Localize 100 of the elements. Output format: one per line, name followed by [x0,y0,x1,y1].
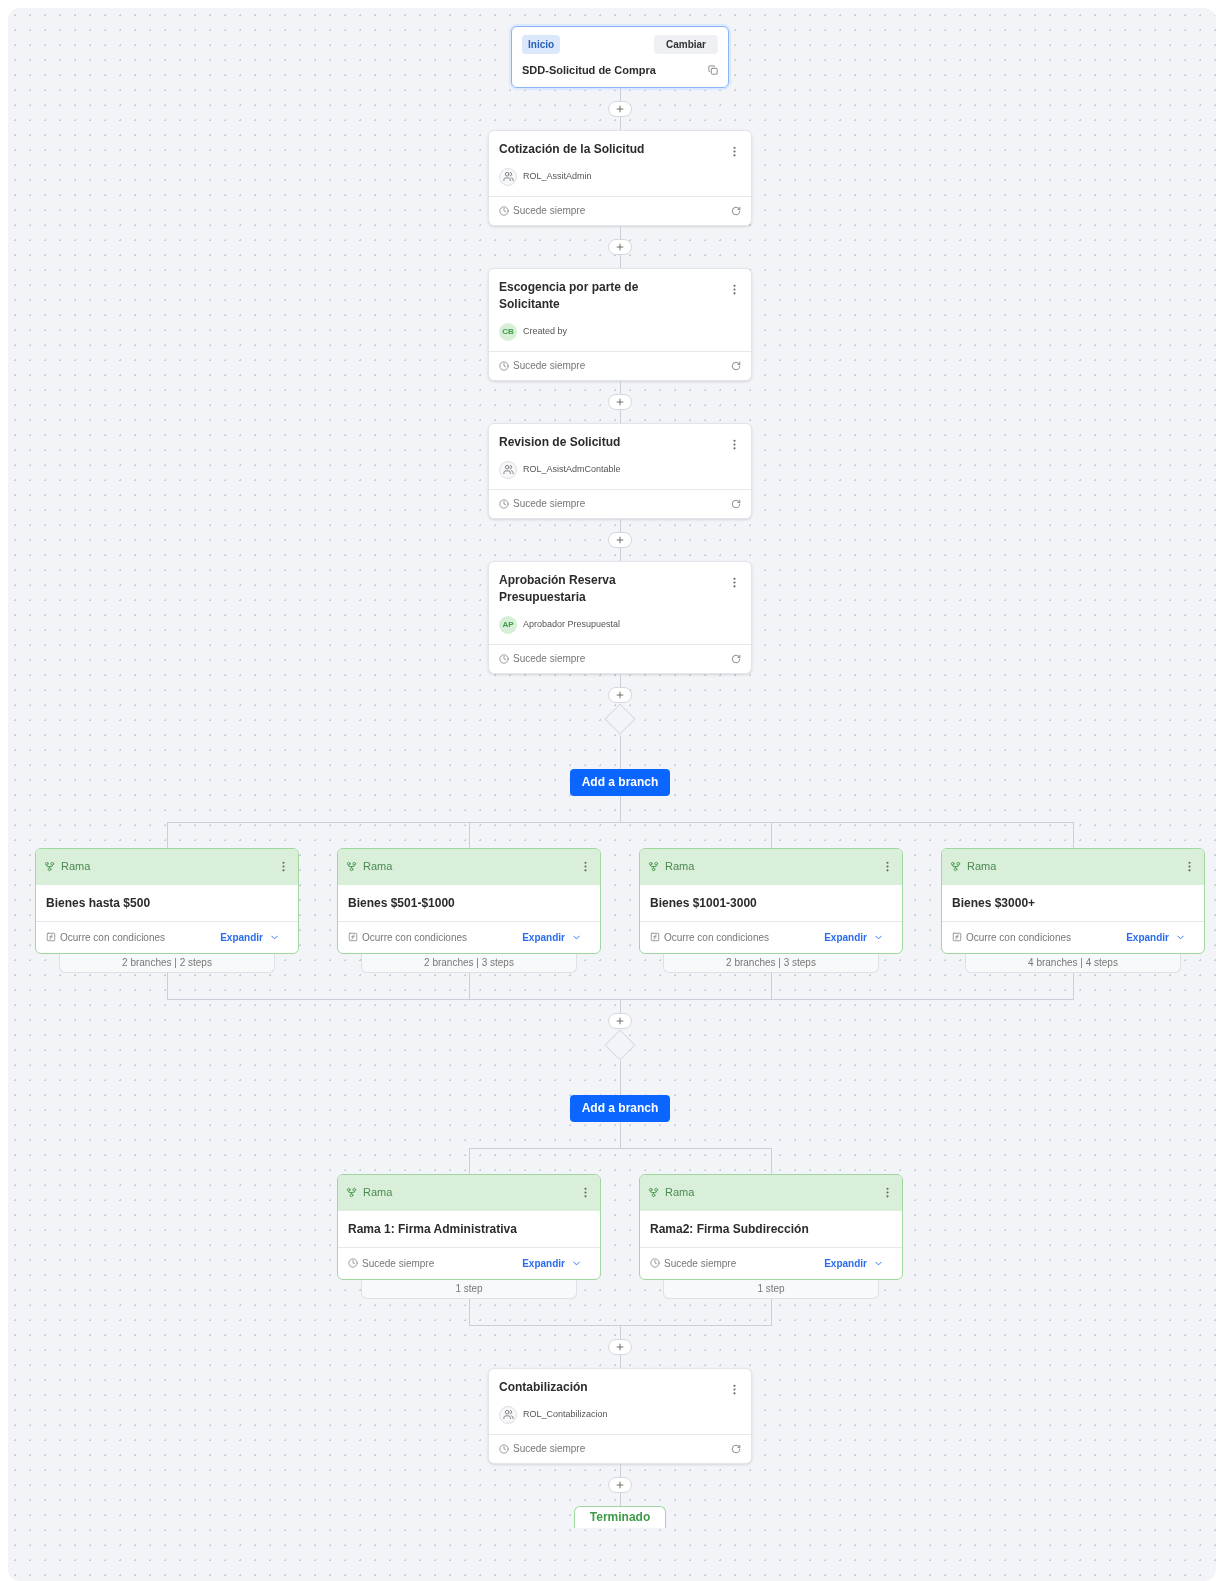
assignee-label: Created by [523,324,568,338]
add-branch-button[interactable]: Add a branch [569,768,671,796]
start-card[interactable]: Inicio Cambiar SDD-Solicitud de Compra [511,26,729,88]
refresh-icon[interactable] [731,1443,741,1454]
branch-card[interactable]: Rama Bienes $1001-3000 Ocurre con condiciones Expandir [639,847,903,954]
branch-title: Bienes $501-$1000 [348,894,455,912]
branch-title: Rama 1: Firma Administrativa [348,1220,517,1238]
condition-label: Sucede siempre [513,652,586,666]
add-step-button[interactable] [608,238,632,255]
condition-label: Sucede siempre [513,497,586,511]
branch-summary: 4 branches | 4 steps [965,952,1181,973]
step-card[interactable]: Escogencia por parte de Solicitante CB Created by Sucede siempre [488,267,752,381]
step-title: Contabilización [499,1378,589,1396]
user-avatar: AP [499,615,517,634]
branch-summary: 1 step [663,1278,879,1299]
branch-card[interactable]: Rama Rama 1: Firma Administrativa Sucede siempre Expandir [337,1173,601,1280]
expand-button[interactable]: Expandir [220,929,280,945]
branch-icon [950,861,961,872]
refresh-icon[interactable] [731,653,741,664]
expand-button[interactable]: Expandir [1126,929,1186,945]
clock-icon [499,498,509,509]
add-branch-button[interactable]: Add a branch [569,1094,671,1122]
copy-icon[interactable] [708,65,718,76]
add-step-button[interactable] [608,531,632,548]
plus-icon [615,1015,625,1026]
step-title: Escogencia por parte de Solicitante [499,278,640,313]
function-icon [952,932,962,942]
condition-label: Ocurre con condiciones [966,930,1072,945]
clock-icon [348,1258,358,1268]
condition-label: Sucede siempre [513,1442,586,1456]
add-step-button[interactable] [608,1012,632,1029]
clock-icon [499,1443,509,1454]
step-card[interactable]: Aprobación Reserva Presupuestaria AP Aprobador Presupuestal Sucede siempre [488,560,752,674]
branch-title: Bienes hasta $500 [46,894,151,912]
branch-summary: 2 branches | 2 steps [59,952,275,973]
branch-title: Rama2: Firma Subdirección [650,1220,809,1238]
assignee-label: ROL_AssitAdmin [523,169,592,183]
change-button[interactable]: Cambiar [654,35,718,54]
condition-label: Sucede siempre [664,1256,737,1271]
condition-label: Sucede siempre [513,204,586,218]
users-icon [499,1405,517,1424]
plus-icon [615,1341,625,1352]
plus-icon [615,689,625,700]
plus-icon [615,241,625,252]
branch-icon [648,861,659,872]
branch-icon [346,1187,357,1198]
refresh-icon[interactable] [731,360,741,371]
condition-label: Ocurre con condiciones [60,930,166,945]
clock-icon [650,1258,660,1268]
add-step-button[interactable] [608,393,632,410]
refresh-icon[interactable] [731,205,741,216]
branch-label: Rama [967,859,997,875]
plus-icon [615,103,625,114]
expand-button[interactable]: Expandir [824,1255,884,1271]
expand-button[interactable]: Expandir [522,929,582,945]
condition-label: Sucede siempre [362,1256,435,1271]
step-title: Cotización de la Solicitud [499,140,646,158]
expand-button[interactable]: Expandir [824,929,884,945]
function-icon [46,932,56,942]
branch-card[interactable]: Rama Bienes $3000+ Ocurre con condiciones Expandir [941,847,1205,954]
plus-icon [615,396,625,407]
plus-icon [615,1479,625,1490]
users-icon [499,167,517,186]
branch-label: Rama [363,1185,393,1201]
branch-title: Bienes $1001-3000 [650,894,757,912]
add-step-button[interactable] [608,1338,632,1355]
assignee-label: ROL_AsistAdmContable [523,462,621,476]
users-icon [499,460,517,479]
add-step-button[interactable] [608,100,632,117]
branch-label: Rama [665,859,695,875]
clock-icon [499,653,509,664]
branch-icon [44,861,55,872]
add-step-button[interactable] [608,686,632,703]
branch-card[interactable]: Rama Bienes hasta $500 Ocurre con condiciones Expandir [35,847,299,954]
branch-title: Bienes $3000+ [952,894,1036,912]
add-step-button[interactable] [608,1476,632,1493]
condition-label: Ocurre con condiciones [362,930,468,945]
clock-icon [499,360,509,371]
function-icon [650,932,660,942]
assignee-label: ROL_Contabilizacion [523,1407,608,1421]
start-badge: Inicio [522,35,561,54]
function-icon [348,932,358,942]
step-card[interactable]: Contabilización ROL_Contabilizacion Sucede siempre [488,1367,752,1464]
step-card[interactable]: Revision de Solicitud ROL_AsistAdmContable Sucede siempre [488,422,752,519]
branch-icon [346,861,357,872]
condition-label: Sucede siempre [513,359,586,373]
step-title: Aprobación Reserva Presupuestaria [499,571,617,606]
expand-button[interactable]: Expandir [522,1255,582,1271]
clock-icon [499,205,509,216]
user-avatar: CB [499,322,517,341]
branch-summary: 2 branches | 3 steps [361,952,577,973]
branch-card[interactable]: Rama Rama2: Firma Subdirección Sucede siempre Expandir [639,1173,903,1280]
assignee-label: Aprobador Presupuestal [523,617,621,631]
branch-summary: 2 branches | 3 steps [663,952,879,973]
process-title: SDD-Solicitud de Compra [522,63,656,78]
refresh-icon[interactable] [731,498,741,509]
branch-icon [648,1187,659,1198]
step-card[interactable]: Cotización de la Solicitud ROL_AssitAdmin Sucede siempre [488,129,752,226]
condition-label: Ocurre con condiciones [664,930,770,945]
branch-card[interactable]: Rama Bienes $501-$1000 Ocurre con condiciones Expandir [337,847,601,954]
